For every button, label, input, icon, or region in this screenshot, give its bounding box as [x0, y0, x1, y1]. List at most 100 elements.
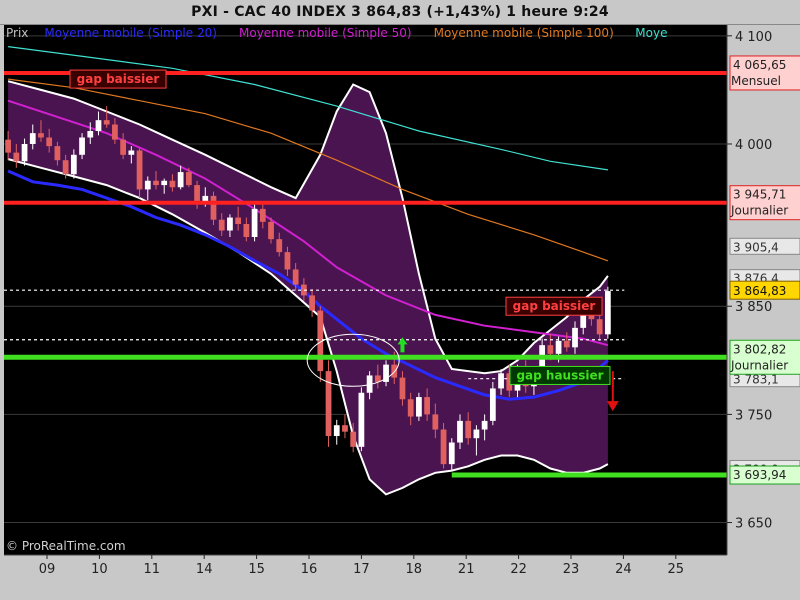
level-line-badge-value: 3 693,94	[733, 468, 786, 482]
candle-body[interactable]	[555, 340, 562, 354]
level-badge-label: 3 905,4	[733, 240, 779, 254]
x-tick-label: 14	[196, 562, 213, 577]
annotation-label: gap baissier	[77, 72, 160, 86]
candle-body[interactable]	[481, 420, 488, 430]
candle-body[interactable]	[563, 340, 570, 348]
candle-body[interactable]	[350, 431, 357, 447]
level-line-badge-value: 3 945,71	[733, 188, 786, 202]
x-tick-label: 25	[668, 562, 685, 577]
legend-entry: Moyenne mobile (Simple 100)	[434, 26, 614, 40]
legend-entry: Moye	[635, 26, 667, 40]
candle-body[interactable]	[227, 217, 233, 231]
x-tick-label: 18	[406, 562, 423, 577]
price-chart[interactable]: gap baissier gap baissier gap haussier Prix…	[0, 0, 800, 600]
candle-body[interactable]	[604, 291, 611, 335]
watermark-text: © ProRealTime.com	[6, 539, 126, 553]
candle-body[interactable]	[457, 420, 463, 443]
candle-body[interactable]	[95, 120, 102, 131]
candle-body[interactable]	[440, 429, 447, 465]
candle-body[interactable]	[374, 375, 381, 382]
candle-body[interactable]	[259, 208, 266, 222]
candle-body[interactable]	[448, 442, 455, 465]
candle-body[interactable]	[13, 152, 20, 162]
x-tick-label: 17	[353, 562, 370, 577]
candle-body[interactable]	[416, 397, 422, 417]
candle-body[interactable]	[29, 133, 36, 144]
candle-body[interactable]	[309, 295, 315, 311]
candle-body[interactable]	[547, 345, 554, 354]
x-tick-label: 22	[510, 562, 527, 577]
candle-body[interactable]	[268, 221, 274, 240]
candle-body[interactable]	[54, 146, 61, 161]
candle-body[interactable]	[333, 425, 340, 437]
candle-body[interactable]	[325, 371, 332, 437]
candle-body[interactable]	[103, 120, 110, 125]
y-tick-label: 4 100	[735, 30, 772, 45]
candle-body[interactable]	[498, 373, 504, 389]
candle-body[interactable]	[292, 269, 299, 285]
candle-body[interactable]	[5, 139, 11, 153]
candle-body[interactable]	[210, 195, 217, 220]
x-tick-label: 24	[615, 562, 632, 577]
y-tick-label: 3 850	[735, 300, 772, 315]
candle-body[interactable]	[284, 252, 291, 270]
candle-body[interactable]	[391, 364, 398, 378]
candle-body[interactable]	[153, 180, 159, 186]
level-badge-label: 3 783,1	[733, 373, 779, 387]
x-tick-label: 23	[563, 562, 580, 577]
candle-body[interactable]	[473, 429, 480, 439]
candle-body[interactable]	[38, 133, 44, 138]
candle-body[interactable]	[342, 425, 348, 432]
legend-entry: Moyenne mobile (Simple 50)	[239, 26, 412, 40]
x-tick-label: 11	[144, 562, 161, 577]
candle-body[interactable]	[489, 388, 496, 421]
candle-body[interactable]	[399, 377, 406, 400]
candle-body[interactable]	[70, 154, 77, 175]
candle-body[interactable]	[136, 150, 143, 190]
level-line-badge-period: Journalier	[730, 358, 788, 372]
chart-window: PXI - CAC 40 INDEX 3 864,83 (+1,43%) 1 h…	[0, 0, 800, 600]
candle-body[interactable]	[465, 420, 472, 439]
candle-body[interactable]	[87, 131, 94, 138]
candle-body[interactable]	[62, 160, 69, 175]
x-tick-label: 10	[91, 562, 108, 577]
candle-body[interactable]	[572, 327, 578, 348]
candle-body[interactable]	[144, 180, 151, 190]
candle-body[interactable]	[596, 319, 603, 335]
x-tick-label: 15	[248, 562, 265, 577]
candle-body[interactable]	[21, 143, 28, 162]
legend-entry: Moyenne mobile (Simple 20)	[44, 26, 217, 40]
candle-body[interactable]	[169, 180, 176, 188]
candle-body[interactable]	[161, 180, 168, 186]
level-line-badge-period: Journalier	[730, 204, 788, 218]
candle-body[interactable]	[128, 150, 135, 155]
level-line-badge-period: Mensuel	[731, 74, 781, 88]
y-tick-label: 3 750	[735, 408, 772, 423]
annotation-label: gap haussier	[516, 368, 603, 382]
y-tick-label: 3 650	[735, 517, 772, 532]
candle-body[interactable]	[243, 224, 250, 237]
candle-body[interactable]	[432, 414, 439, 430]
candle-body[interactable]	[120, 139, 127, 155]
candle-body[interactable]	[79, 137, 85, 155]
candle-body[interactable]	[218, 219, 225, 231]
candle-body[interactable]	[185, 172, 192, 186]
level-line-badge-value: 3 802,82	[733, 342, 786, 356]
x-tick-label: 21	[458, 562, 475, 577]
candle-body[interactable]	[235, 217, 242, 225]
annotation-label: gap baissier	[513, 299, 596, 313]
legend-entry: Prix	[6, 26, 28, 40]
candle-body[interactable]	[407, 399, 414, 417]
candle-body[interactable]	[276, 239, 283, 253]
x-tick-label: 16	[301, 562, 318, 577]
candle-body[interactable]	[177, 172, 184, 188]
candle-body[interactable]	[251, 208, 258, 237]
x-tick-label: 09	[39, 562, 56, 577]
candle-body[interactable]	[112, 124, 118, 140]
candle-body[interactable]	[358, 392, 365, 447]
y-tick-label: 4 000	[735, 138, 772, 153]
candle-body[interactable]	[46, 137, 53, 147]
last-price-label: 3 864,83	[733, 284, 786, 298]
candle-body[interactable]	[424, 397, 430, 415]
level-line-badge-value: 4 065,65	[733, 58, 786, 72]
